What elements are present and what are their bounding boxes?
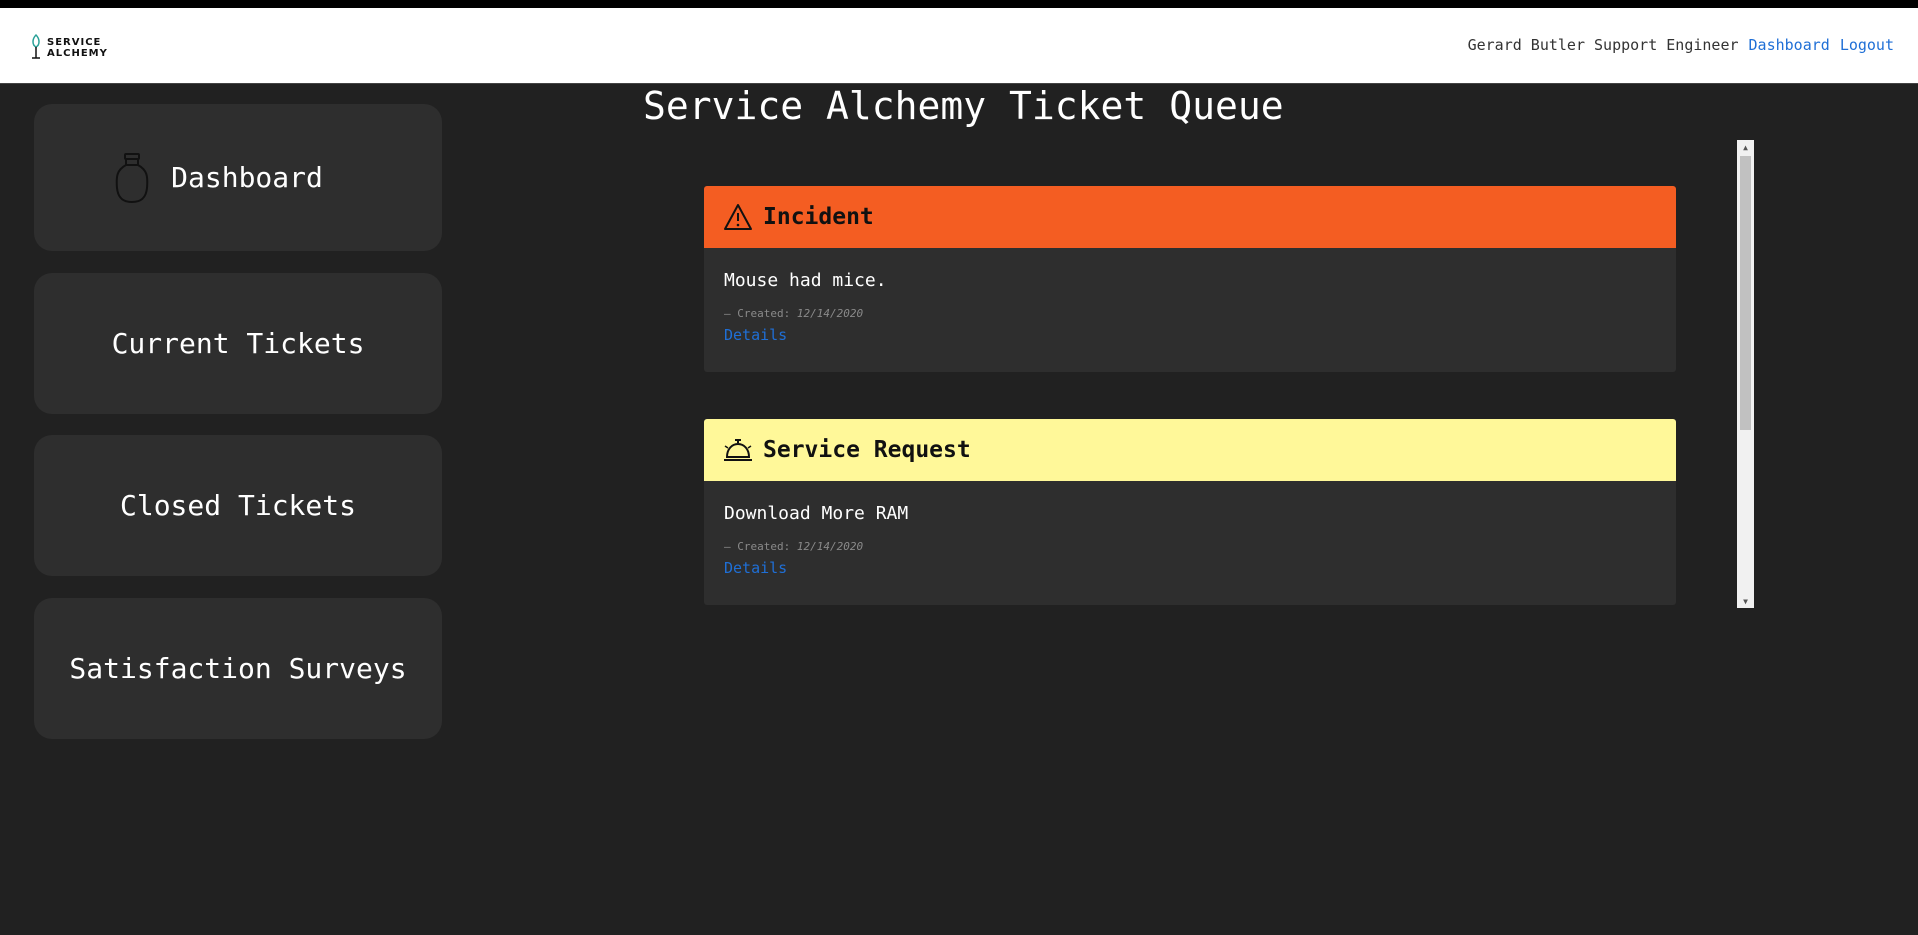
ticket-details-link[interactable]: Details (724, 559, 1656, 577)
ticket-type: Service Request (763, 437, 971, 463)
ticket-type: Incident (763, 204, 874, 230)
ticket-body: Download More RAM — Created: 12/14/2020 … (704, 481, 1676, 577)
sidebar-item-label: Dashboard (171, 161, 323, 194)
ticket-card-service-request: Service Request Download More RAM — Crea… (704, 419, 1676, 605)
ticket-card-incident: Incident Mouse had mice. — Created: 12/1… (704, 186, 1676, 372)
sidebar-item-closed-tickets[interactable]: Closed Tickets (34, 435, 442, 576)
jar-icon (113, 152, 151, 204)
nav-user-name: Gerard Butler Support Engineer (1467, 36, 1739, 54)
logo-icon (29, 33, 43, 63)
page-title: Service Alchemy Ticket Queue (643, 84, 1284, 128)
scroll-thumb[interactable] (1740, 156, 1751, 430)
brand-logo[interactable]: SERVICE ALCHEMY (29, 32, 108, 64)
sidebar-item-label: Satisfaction Surveys (69, 652, 407, 685)
scroll-down-arrow-icon[interactable]: ▼ (1737, 594, 1754, 608)
ticket-header: Incident (704, 186, 1676, 248)
ticket-header: Service Request (704, 419, 1676, 481)
navbar: SERVICE ALCHEMY Gerard Butler Support En… (0, 8, 1918, 84)
sidebar-item-label: Closed Tickets (119, 489, 356, 522)
queue-scrollbar[interactable]: ▲ ▼ (1737, 140, 1754, 608)
ticket-queue[interactable]: Incident Mouse had mice. — Created: 12/1… (704, 140, 1754, 608)
ticket-description: Mouse had mice. (724, 270, 887, 291)
ticket-created: — Created: 12/14/2020 (724, 307, 1656, 320)
nav-dashboard-link[interactable]: Dashboard (1749, 36, 1830, 54)
sidebar-item-dashboard[interactable]: Dashboard (34, 104, 442, 251)
sidebar-item-label: Current Tickets (111, 327, 365, 360)
created-date: 12/14/2020 (796, 307, 864, 320)
nav-right: Gerard Butler Support Engineer Dashboard… (1468, 36, 1894, 54)
logo-text: SERVICE ALCHEMY (47, 37, 108, 59)
scroll-up-arrow-icon[interactable]: ▲ (1737, 140, 1754, 154)
nav-logout-link[interactable]: Logout (1840, 36, 1894, 54)
service-bell-icon (723, 437, 753, 463)
ticket-details-link[interactable]: Details (724, 326, 1656, 344)
warning-icon (723, 203, 753, 231)
created-prefix: — Created: (724, 540, 791, 553)
sidebar-item-current-tickets[interactable]: Current Tickets (34, 273, 442, 414)
sidebar-item-satisfaction-surveys[interactable]: Satisfaction Surveys (34, 598, 442, 739)
created-date: 12/14/2020 (796, 540, 864, 553)
window-top-strip (0, 0, 1918, 8)
ticket-body: Mouse had mice. — Created: 12/14/2020 De… (704, 248, 1676, 344)
ticket-created: — Created: 12/14/2020 (724, 540, 1656, 553)
created-prefix: — Created: (724, 307, 791, 320)
ticket-description: Download More RAM (724, 503, 909, 524)
